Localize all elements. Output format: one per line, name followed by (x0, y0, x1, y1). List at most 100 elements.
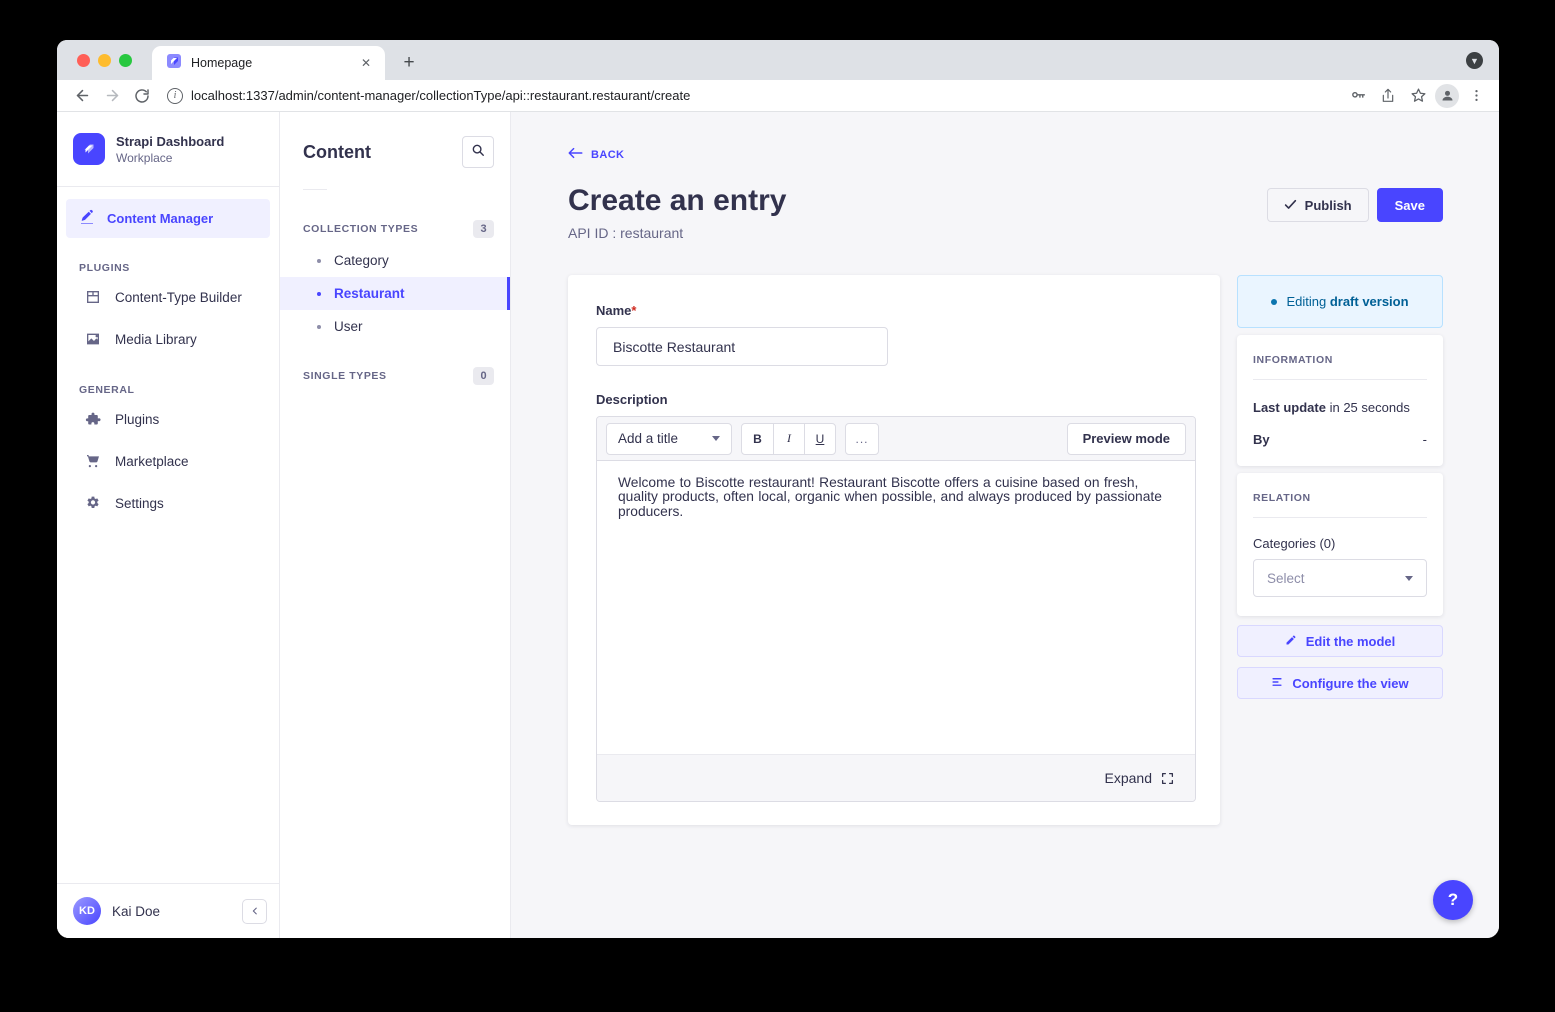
sidebar-item-label: Content Manager (107, 211, 213, 226)
last-update-line: Last update in 25 seconds (1253, 400, 1427, 415)
expand-label: Expand (1105, 770, 1152, 786)
sidebar-item-marketplace[interactable]: Marketplace (57, 440, 279, 482)
single-types-label: SINGLE TYPES (303, 370, 387, 382)
expand-icon[interactable] (1161, 772, 1174, 785)
description-textarea[interactable]: Welcome to Biscotte restaurant! Restaura… (597, 461, 1195, 754)
categories-select[interactable]: Select (1253, 559, 1427, 597)
name-label-text: Name (596, 303, 631, 318)
last-update-value: in 25 seconds (1330, 400, 1410, 415)
name-input[interactable] (596, 327, 888, 366)
information-card: INFORMATION Last update in 25 seconds By… (1237, 335, 1443, 466)
collection-type-restaurant[interactable]: Restaurant (280, 277, 510, 310)
tab-title: Homepage (191, 56, 348, 70)
bullet-icon (317, 292, 321, 296)
collection-type-user[interactable]: User (280, 310, 510, 343)
back-link[interactable]: BACK (568, 146, 1443, 164)
bullet-icon (317, 325, 321, 329)
strapi-admin-app: Strapi Dashboard Workplace Content Manag… (57, 112, 1499, 938)
browser-tab[interactable]: Homepage ✕ (152, 46, 385, 80)
divider (1253, 379, 1427, 380)
reload-icon[interactable] (129, 83, 155, 109)
sidebar-section-plugins: PLUGINS Content-Type Builder Media Libra… (57, 262, 279, 360)
bold-button[interactable]: B (742, 424, 773, 454)
edit-model-button[interactable]: Edit the model (1237, 625, 1443, 657)
collection-type-category[interactable]: Category (280, 244, 510, 277)
publish-button[interactable]: Publish (1267, 188, 1369, 222)
status-dot-icon (1271, 299, 1277, 305)
collection-count-badge: 3 (473, 220, 494, 238)
filter-lines-icon (1271, 676, 1283, 691)
url-bar[interactable]: i localhost:1337/admin/content-manager/c… (159, 83, 1341, 109)
sidebar-item-plugins[interactable]: Plugins (57, 398, 279, 440)
sidebar-item-label: Marketplace (115, 454, 189, 469)
zoom-window-button[interactable] (119, 54, 132, 67)
bullet-icon (317, 259, 321, 263)
window-controls (77, 54, 132, 67)
sidebar-item-media-library[interactable]: Media Library (57, 318, 279, 360)
share-icon[interactable] (1375, 83, 1401, 109)
italic-button[interactable]: I (773, 424, 804, 454)
more-options-button[interactable]: ... (845, 423, 879, 455)
collection-types-label: COLLECTION TYPES (303, 223, 418, 235)
collection-type-label: Restaurant (334, 286, 405, 301)
tab-close-icon[interactable]: ✕ (357, 54, 375, 72)
save-button[interactable]: Save (1377, 188, 1443, 222)
editor-footer: Expand (597, 754, 1195, 801)
back-arrow-icon (568, 146, 583, 164)
main-content: BACK Create an entry API ID : restaurant… (511, 112, 1499, 938)
new-tab-button[interactable]: + (395, 49, 423, 77)
browser-menu-icon[interactable] (1463, 83, 1489, 109)
site-info-icon[interactable]: i (167, 88, 183, 104)
sidebar-item-label: Media Library (115, 332, 197, 347)
sidebar-footer: KD Kai Doe (57, 883, 279, 938)
save-label: Save (1395, 198, 1425, 213)
entry-side-rail: Editing draft version INFORMATION Last u… (1237, 275, 1443, 825)
check-icon (1284, 198, 1297, 213)
browser-update-icon[interactable]: ▼ (1466, 52, 1483, 69)
configure-view-button[interactable]: Configure the view (1237, 667, 1443, 699)
publish-label: Publish (1305, 198, 1352, 213)
pencil-icon (1285, 634, 1297, 649)
title-style-select[interactable]: Add a title (606, 423, 732, 455)
url-text: localhost:1337/admin/content-manager/col… (191, 88, 690, 103)
workspace-brand[interactable]: Strapi Dashboard Workplace (57, 112, 279, 187)
browser-profile-avatar[interactable] (1435, 84, 1459, 108)
browser-toolbar: i localhost:1337/admin/content-manager/c… (57, 80, 1499, 112)
layout-icon (85, 289, 101, 305)
underline-button[interactable]: U (804, 424, 835, 454)
draft-prefix: Editing (1286, 294, 1326, 309)
sidebar-item-label: Content-Type Builder (115, 290, 242, 305)
close-window-button[interactable] (77, 54, 90, 67)
sidebar-section-general: GENERAL Plugins Marketplace (57, 384, 279, 524)
collapse-sidebar-button[interactable] (242, 899, 267, 924)
user-avatar[interactable]: KD (73, 897, 101, 925)
by-line: By - (1253, 432, 1427, 447)
categories-field-label: Categories (0) (1253, 536, 1427, 551)
sidebar-item-content-type-builder[interactable]: Content-Type Builder (57, 276, 279, 318)
forward-nav-icon[interactable] (99, 83, 125, 109)
sidebar-item-content-manager[interactable]: Content Manager (66, 199, 270, 238)
edit-model-label: Edit the model (1306, 634, 1396, 649)
help-button[interactable]: ? (1433, 880, 1473, 920)
last-update-label: Last update (1253, 400, 1326, 415)
minimize-window-button[interactable] (98, 54, 111, 67)
image-icon (85, 331, 101, 347)
rich-text-editor: Add a title B I U ... Preview mode (596, 416, 1196, 802)
description-text: Welcome to Biscotte restaurant! Restaura… (618, 476, 1174, 519)
desktop: Homepage ✕ + ▼ i localhost:1337/admin/co… (0, 0, 1555, 1012)
api-id-subtitle: API ID : restaurant (568, 225, 786, 241)
section-label: GENERAL (57, 384, 279, 398)
section-label: PLUGINS (57, 262, 279, 276)
sidebar-item-label: Settings (115, 496, 164, 511)
collection-types-header: COLLECTION TYPES 3 (280, 214, 510, 244)
preview-mode-button[interactable]: Preview mode (1067, 423, 1186, 455)
sidebar-item-settings[interactable]: Settings (57, 482, 279, 524)
sidebar-item-label: Plugins (115, 412, 159, 427)
main-sidebar: Strapi Dashboard Workplace Content Manag… (57, 112, 280, 938)
password-key-icon[interactable] (1345, 83, 1371, 109)
bookmark-star-icon[interactable] (1405, 83, 1431, 109)
search-button[interactable] (462, 136, 494, 168)
content-navigation-panel: Content COLLECTION TYPES 3 Category Rest… (280, 112, 511, 938)
by-label: By (1253, 432, 1270, 447)
back-nav-icon[interactable] (69, 83, 95, 109)
